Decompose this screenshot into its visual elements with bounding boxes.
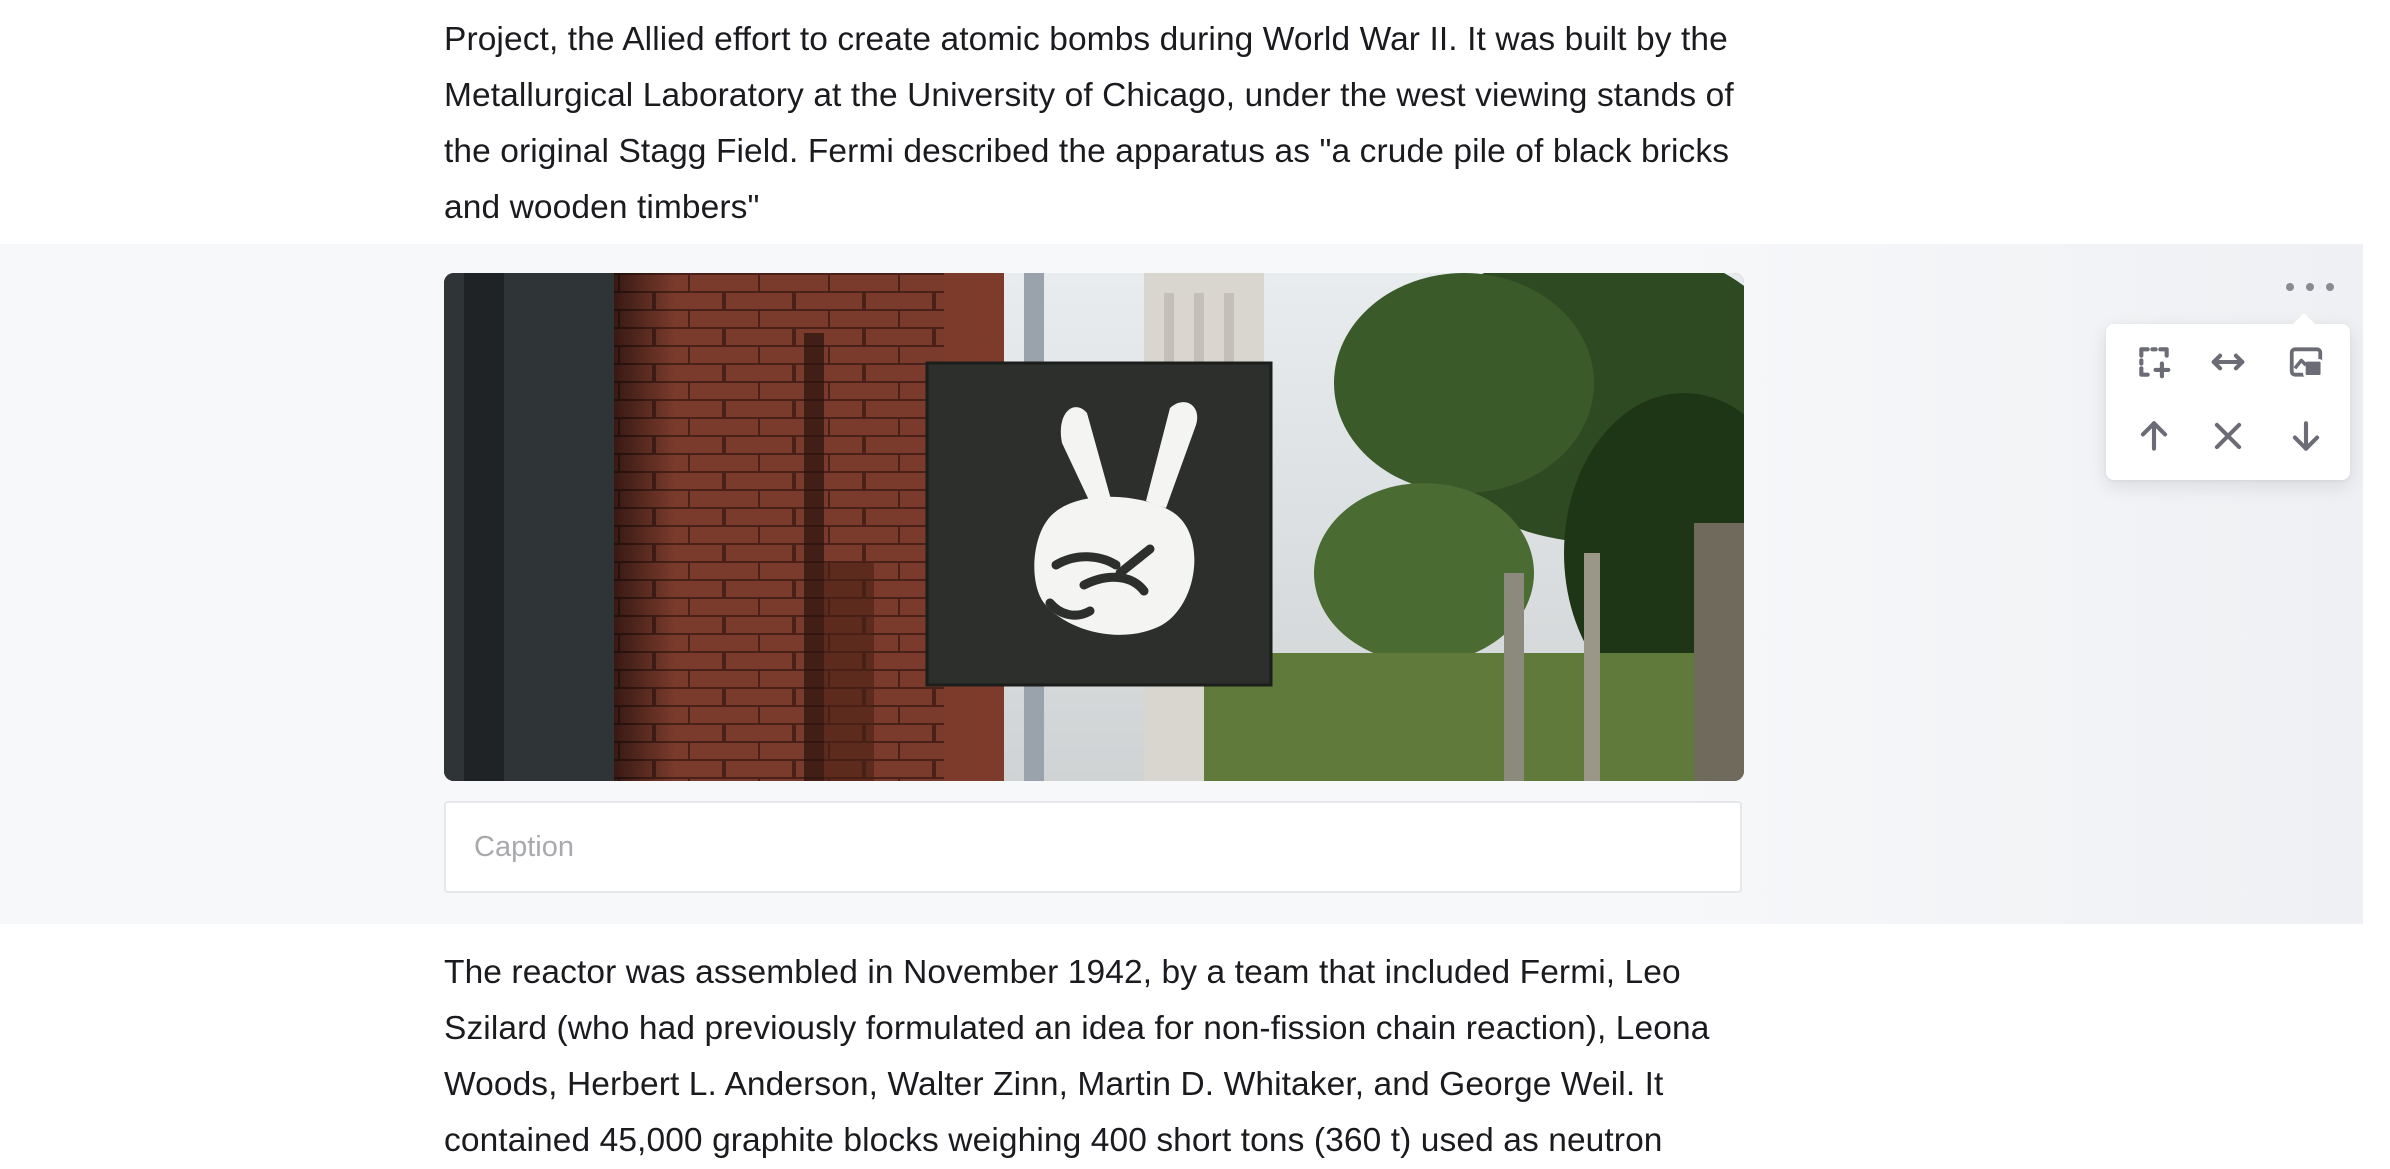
more-dot [2286,283,2294,291]
move-down-button[interactable] [2278,408,2334,464]
paragraph-bottom: The reactor was assembled in November 19… [444,945,1734,1169]
delete-block-button[interactable] [2200,408,2256,464]
replace-image-icon [2289,347,2324,378]
add-to-selection-button[interactable] [2126,334,2182,390]
more-dot [2306,283,2314,291]
article-image[interactable] [444,273,1744,781]
paragraph-line: Project, the Allied effort to create ato… [444,21,1728,58]
arrow-up-icon [2140,421,2168,451]
arrow-down-icon [2292,421,2320,451]
add-to-selection-icon [2139,347,2171,379]
replace-image-button[interactable] [2278,334,2334,390]
more-dot [2326,283,2334,291]
full-width-icon [2211,353,2245,371]
paragraph-line: The reactor was assembled in November 19… [444,954,1681,991]
paragraph-line: contained 45,000 graphite blocks weighin… [444,1122,1663,1159]
caption-input[interactable] [446,803,1740,891]
block-toolbar [2106,313,2350,480]
paragraph-top: Project, the Allied effort to create ato… [444,12,1734,236]
paragraph-line: Woods, Herbert L. Anderson, Walter Zinn,… [444,1066,1664,1103]
more-horizontal-icon[interactable] [2286,276,2334,298]
full-width-button[interactable] [2200,334,2256,390]
peace-sign-photo [444,273,1744,781]
paragraph-line: Szilard (who had previously formulated a… [444,1010,1710,1047]
paragraph-line: Metallurgical Laboratory at the Universi… [444,77,1734,114]
close-icon [2214,422,2242,450]
paragraph-line: the original Stagg Field. Fermi describe… [444,133,1730,170]
caption-field[interactable] [444,801,1742,893]
move-up-button[interactable] [2126,408,2182,464]
paragraph-line: and wooden timbers" [444,189,760,226]
